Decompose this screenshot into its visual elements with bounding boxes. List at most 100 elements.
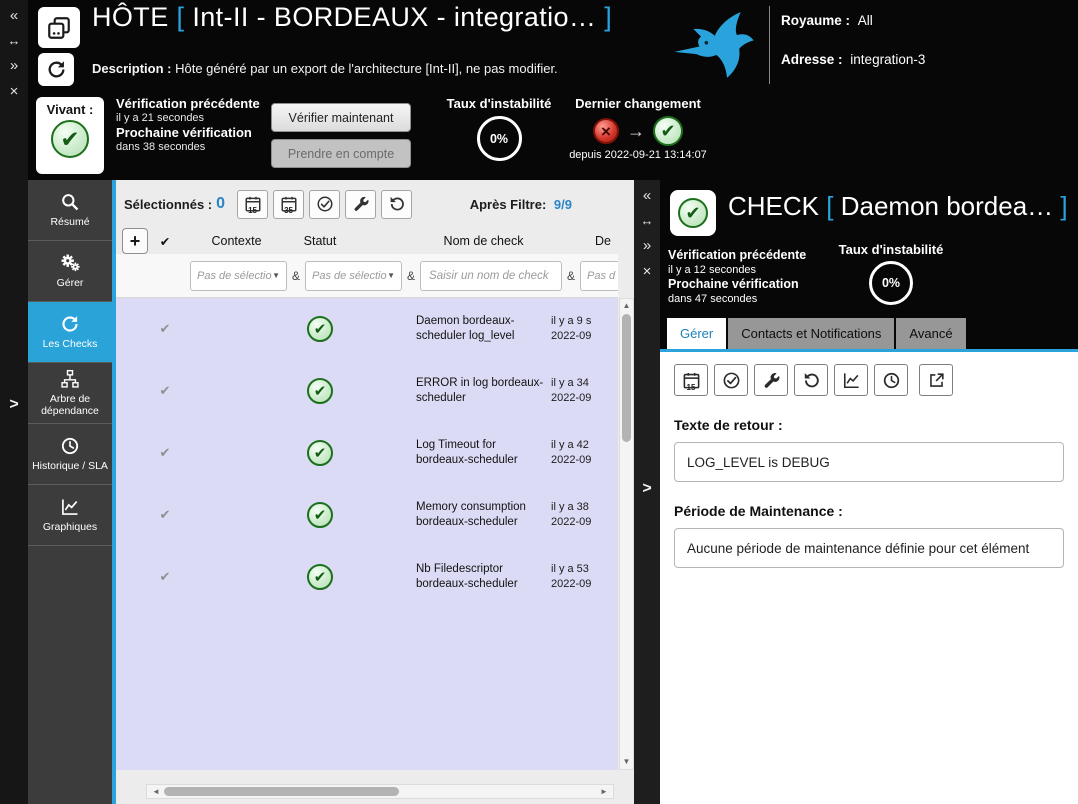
scroll-up-arrow[interactable]: ▲	[620, 299, 633, 313]
collapse-left-icon[interactable]: «	[10, 8, 18, 23]
recheck-button[interactable]	[381, 190, 412, 219]
state-transition: × → ✔	[552, 116, 724, 146]
clock-icon	[882, 371, 901, 390]
expand-right-icon[interactable]: »	[10, 58, 18, 73]
expand-right-icon[interactable]: »	[643, 238, 651, 253]
history-button[interactable]	[874, 364, 908, 396]
dernier-filter-select[interactable]: Pas d	[580, 261, 618, 291]
contexte-filter-select[interactable]: Pas de sélection ▼	[190, 261, 287, 291]
horizontal-scroll-thumb[interactable]	[164, 787, 399, 796]
resize-handle-icon[interactable]: ↔	[641, 214, 654, 227]
check-row[interactable]: ✔ ✔ ERROR in log bordeaux-scheduler il y…	[116, 360, 618, 422]
caret-down-icon: ▼	[272, 271, 280, 280]
acknowledge-button[interactable]	[714, 364, 748, 396]
column-header-statut[interactable]: Statut	[289, 234, 351, 248]
check-row[interactable]: ✔ ✔ Memory consumption bordeaux-schedule…	[116, 484, 618, 546]
downtime-calendar-button[interactable]: 15	[237, 190, 268, 219]
maintenance-field[interactable]: Aucune période de maintenance définie po…	[674, 528, 1064, 568]
scroll-left-arrow[interactable]: ◄	[149, 785, 163, 799]
row-check-name: Nb Filedescriptor bordeaux-scheduler	[416, 562, 551, 592]
return-text-field[interactable]: LOG_LEVEL is DEBUG	[674, 442, 1064, 482]
checks-toolbar: Sélectionnés : 0 15 35	[116, 180, 634, 228]
refresh-icon	[60, 314, 80, 334]
resize-handle-icon[interactable]: ↔	[8, 34, 21, 47]
previous-check-label: Vérification précédente	[668, 248, 806, 264]
host-icon	[46, 15, 72, 41]
statut-filter-select[interactable]: Pas de sélection ▼	[305, 261, 402, 291]
sidebar-item-label: Les Checks	[43, 338, 98, 350]
close-panel-icon[interactable]: ×	[10, 84, 19, 99]
sidebar-item-historique-sla[interactable]: Historique / SLA	[28, 424, 112, 485]
check-ok-icon: ✔	[307, 440, 333, 466]
bracket-close: ]	[604, 2, 612, 32]
host-check-times: Vérification précédente il y a 21 second…	[116, 96, 260, 155]
check-row[interactable]: ✔ ✔ Nb Filedescriptor bordeaux-scheduler…	[116, 546, 618, 608]
open-external-button[interactable]	[919, 364, 953, 396]
row-last-check: il y a 53 2022-09	[551, 562, 618, 593]
host-type-button[interactable]	[38, 7, 80, 48]
check-detail-panel: ✔ CHECK [ Daemon bordea… ] Vérification …	[660, 180, 1078, 804]
after-filter-count: 9/9	[554, 197, 572, 212]
clock-icon	[60, 436, 80, 456]
acknowledge-check-button[interactable]	[309, 190, 340, 219]
row-select-check[interactable]: ✔	[146, 321, 184, 337]
graph-button[interactable]	[834, 364, 868, 396]
column-header-dernier[interactable]: De	[551, 234, 631, 248]
schedule-calendar-button[interactable]: 35	[273, 190, 304, 219]
sidebar-item-arbre-dependance[interactable]: Arbre de dépendance	[28, 363, 112, 424]
configure-button[interactable]	[754, 364, 788, 396]
row-select-check[interactable]: ✔	[146, 507, 184, 523]
check-row[interactable]: ✔ ✔ Daemon bordeaux-scheduler log_level …	[116, 298, 618, 360]
tab-contacts-et-notifications[interactable]: Contacts et Notifications	[728, 318, 894, 349]
instability-gauge: 0%	[869, 261, 913, 305]
column-header-contexte[interactable]: Contexte	[184, 234, 289, 248]
after-filter-label: Après Filtre:	[470, 197, 547, 212]
checks-table-header: + ✔ Contexte Statut Nom de check De	[116, 228, 634, 254]
host-collapse-strip: « ↔ » × >	[0, 0, 28, 804]
recheck-button[interactable]	[794, 364, 828, 396]
row-select-check[interactable]: ✔	[146, 569, 184, 585]
filter-placeholder: Pas de sélection	[197, 270, 272, 282]
scroll-right-arrow[interactable]: ►	[597, 785, 611, 799]
filter-placeholder: Pas de sélection	[312, 270, 387, 282]
add-button[interactable]: +	[122, 228, 148, 254]
collapse-left-icon[interactable]: «	[643, 188, 651, 203]
sidebar-item-label: Graphiques	[43, 521, 97, 533]
sidebar-item-graphiques[interactable]: Graphiques	[28, 485, 112, 546]
tab-gerer[interactable]: Gérer	[667, 318, 726, 349]
instability-label: Taux d'instabilité	[818, 242, 964, 257]
downtime-calendar-button[interactable]: 15	[674, 364, 708, 396]
row-statut: ✔	[289, 378, 351, 404]
check-now-button[interactable]: Vérifier maintenant	[271, 103, 411, 132]
detail-content: 15	[660, 349, 1078, 804]
current-state-ok-icon: ✔	[653, 116, 683, 146]
vertical-scroll-thumb[interactable]	[622, 314, 631, 442]
column-header-nom-de-check[interactable]: Nom de check	[416, 234, 551, 248]
vertical-scrollbar[interactable]: ▲ ▼	[619, 298, 634, 770]
check-ok-icon: ✔	[307, 564, 333, 590]
horizontal-scrollbar[interactable]: ◄ ►	[146, 784, 614, 799]
alive-status-card: Vivant : ✔	[36, 97, 104, 174]
tab-avance[interactable]: Avancé	[896, 318, 965, 349]
configure-button[interactable]	[345, 190, 376, 219]
check-name-filter-input[interactable]	[420, 261, 562, 291]
check-row[interactable]: ✔ ✔ Log Timeout for bordeaux-scheduler i…	[116, 422, 618, 484]
external-link-icon	[927, 371, 946, 390]
column-header-selected[interactable]: ✔	[146, 234, 184, 249]
row-last-check: il y a 38 2022-09	[551, 500, 618, 531]
chevron-right-icon[interactable]: >	[0, 396, 28, 414]
row-select-check[interactable]: ✔	[146, 445, 184, 461]
undo-icon	[802, 371, 821, 390]
scroll-down-arrow[interactable]: ▼	[620, 755, 633, 769]
refresh-button[interactable]	[38, 53, 74, 86]
sidebar-item-resume[interactable]: Résumé	[28, 180, 112, 241]
acknowledge-button[interactable]: Prendre en compte	[271, 139, 411, 168]
row-select-check[interactable]: ✔	[146, 383, 184, 399]
sidebar-item-gerer[interactable]: Gérer	[28, 241, 112, 302]
previous-check-value: il y a 12 secondes	[668, 264, 806, 278]
check-status-icon-button[interactable]: ✔	[670, 190, 716, 236]
close-panel-icon[interactable]: ×	[643, 264, 652, 279]
sidebar-item-les-checks[interactable]: Les Checks	[28, 302, 112, 363]
chevron-right-icon[interactable]: >	[634, 480, 660, 498]
check-ok-icon: ✔	[307, 316, 333, 342]
